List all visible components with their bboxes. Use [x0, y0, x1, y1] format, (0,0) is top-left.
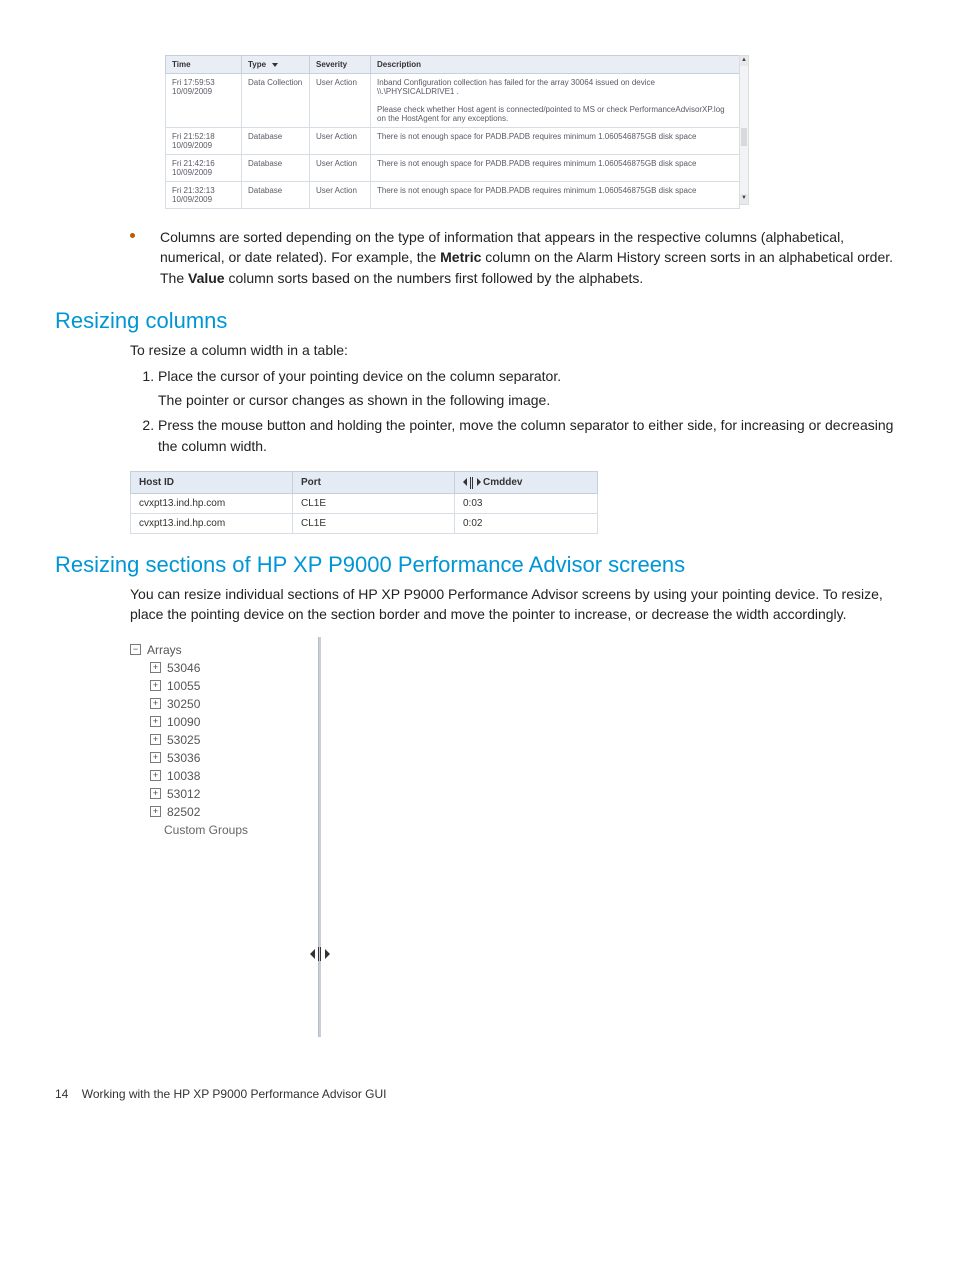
sort-note-list: Columns are sorted depending on the type…: [130, 227, 899, 288]
cell-type: Database: [242, 182, 310, 209]
tree-node-label: 53012: [167, 787, 200, 801]
cell-description: There is not enough space for PADB.PADB …: [371, 128, 740, 155]
expand-icon[interactable]: +: [150, 770, 161, 781]
cell-severity: User Action: [310, 74, 371, 128]
expand-icon[interactable]: +: [150, 752, 161, 763]
tree-root-arrays[interactable]: − Arrays: [130, 643, 312, 657]
tree-node[interactable]: +53025: [150, 733, 312, 747]
expand-icon[interactable]: +: [150, 788, 161, 799]
table-row: cvxpt13.ind.hp.com CL1E 0:03: [131, 494, 598, 514]
tree-root-label: Arrays: [147, 643, 182, 657]
cell-type: Data Collection: [242, 74, 310, 128]
footer-title: Working with the HP XP P9000 Performance…: [82, 1087, 387, 1101]
tree-node-label: 10055: [167, 679, 200, 693]
page-number: 14: [55, 1087, 68, 1101]
cell-description: There is not enough space for PADB.PADB …: [371, 182, 740, 209]
cell-time: Fri 21:32:13 10/09/2009: [166, 182, 242, 209]
tree-node-label: 53046: [167, 661, 200, 675]
text: column sorts based on the numbers first …: [225, 270, 644, 286]
tree-node-label: 53025: [167, 733, 200, 747]
step-2: Press the mouse button and holding the p…: [158, 415, 899, 457]
heading-resizing-sections: Resizing sections of HP XP P9000 Perform…: [55, 552, 899, 578]
cmddev-label: Cmddev: [483, 477, 522, 488]
figure-tree-resize: − Arrays +53046 +10055 +30250 +10090 +53…: [130, 637, 899, 1037]
page-footer: 14 Working with the HP XP P9000 Performa…: [55, 1087, 899, 1101]
tree-node[interactable]: +53012: [150, 787, 312, 801]
table-row: cvxpt13.ind.hp.com CL1E 0:02: [131, 514, 598, 534]
tree-node[interactable]: +53046: [150, 661, 312, 675]
scroll-down-icon[interactable]: ▼: [740, 194, 748, 204]
tree-node[interactable]: +10055: [150, 679, 312, 693]
cell-cmd: 0:02: [455, 514, 598, 534]
scrollbar[interactable]: ▲ ▼: [739, 55, 749, 205]
sort-note: Columns are sorted depending on the type…: [130, 227, 899, 288]
tree-node-label: 82502: [167, 805, 200, 819]
table-row: Fri 17:59:53 10/09/2009 Data Collection …: [166, 74, 740, 128]
cell-host: cvxpt13.ind.hp.com: [131, 494, 293, 514]
document-page: Time Type Severity Description Fri 17:59…: [0, 0, 954, 1131]
section-divider[interactable]: [318, 637, 321, 1037]
cell-type: Database: [242, 155, 310, 182]
nav-tree: − Arrays +53046 +10055 +30250 +10090 +53…: [130, 637, 312, 1037]
tree-node-label: 10090: [167, 715, 200, 729]
expand-icon[interactable]: +: [150, 680, 161, 691]
scroll-up-icon[interactable]: ▲: [740, 56, 748, 66]
intro-text: To resize a column width in a table:: [130, 340, 899, 360]
collapse-icon[interactable]: −: [130, 644, 141, 655]
heading-resizing-columns: Resizing columns: [55, 308, 899, 334]
cell-time: Fri 21:52:18 10/09/2009: [166, 128, 242, 155]
expand-icon[interactable]: +: [150, 734, 161, 745]
table-row: Fri 21:42:16 10/09/2009 Database User Ac…: [166, 155, 740, 182]
cell-cmd: 0:03: [455, 494, 598, 514]
value-label: Value: [188, 270, 225, 286]
col-host-id[interactable]: Host ID: [131, 472, 293, 494]
resize-sections-text: You can resize individual sections of HP…: [130, 584, 899, 625]
cell-host: cvxpt13.ind.hp.com: [131, 514, 293, 534]
cell-severity: User Action: [310, 128, 371, 155]
cell-severity: User Action: [310, 155, 371, 182]
cell-time: Fri 17:59:53 10/09/2009: [166, 74, 242, 128]
col-port[interactable]: Port: [293, 472, 455, 494]
cell-port: CL1E: [293, 514, 455, 534]
event-table: Time Type Severity Description Fri 17:59…: [165, 55, 740, 209]
col-cmddev[interactable]: Cmddev: [455, 472, 598, 494]
cell-description: Inband Configuration collection has fail…: [371, 74, 740, 128]
tree-node[interactable]: +10090: [150, 715, 312, 729]
step-subtext: The pointer or cursor changes as shown i…: [158, 390, 899, 411]
tree-node[interactable]: +30250: [150, 697, 312, 711]
cell-description: There is not enough space for PADB.PADB …: [371, 155, 740, 182]
host-table: Host ID Port Cmddev cvxpt13.ind.hp.com C…: [130, 471, 598, 534]
col-time[interactable]: Time: [166, 56, 242, 74]
tree-node[interactable]: +82502: [150, 805, 312, 819]
col-severity[interactable]: Severity: [310, 56, 371, 74]
cell-type: Database: [242, 128, 310, 155]
expand-icon[interactable]: +: [150, 716, 161, 727]
step-text: Press the mouse button and holding the p…: [158, 417, 893, 454]
tree-node[interactable]: +10038: [150, 769, 312, 783]
section-resize-cursor-icon[interactable]: [313, 949, 327, 961]
table-row: Fri 21:32:13 10/09/2009 Database User Ac…: [166, 182, 740, 209]
cell-severity: User Action: [310, 182, 371, 209]
tree-node-label: 53036: [167, 751, 200, 765]
tree-node-label: 10038: [167, 769, 200, 783]
expand-icon[interactable]: +: [150, 806, 161, 817]
expand-icon[interactable]: +: [150, 662, 161, 673]
tree-leaf-custom-groups[interactable]: Custom Groups: [164, 823, 312, 837]
tree-node[interactable]: +53036: [150, 751, 312, 765]
table-row: Fri 21:52:18 10/09/2009 Database User Ac…: [166, 128, 740, 155]
cell-port: CL1E: [293, 494, 455, 514]
figure-event-table: Time Type Severity Description Fri 17:59…: [55, 55, 899, 209]
column-resize-cursor-icon[interactable]: [463, 478, 481, 488]
cell-time: Fri 21:42:16 10/09/2009: [166, 155, 242, 182]
col-type[interactable]: Type: [242, 56, 310, 74]
col-description[interactable]: Description: [371, 56, 740, 74]
metric-label: Metric: [440, 249, 481, 265]
expand-icon[interactable]: +: [150, 698, 161, 709]
scroll-thumb[interactable]: [741, 128, 747, 146]
tree-node-label: 30250: [167, 697, 200, 711]
resize-steps: Place the cursor of your pointing device…: [130, 366, 899, 457]
step-1: Place the cursor of your pointing device…: [158, 366, 899, 411]
step-text: Place the cursor of your pointing device…: [158, 368, 561, 384]
